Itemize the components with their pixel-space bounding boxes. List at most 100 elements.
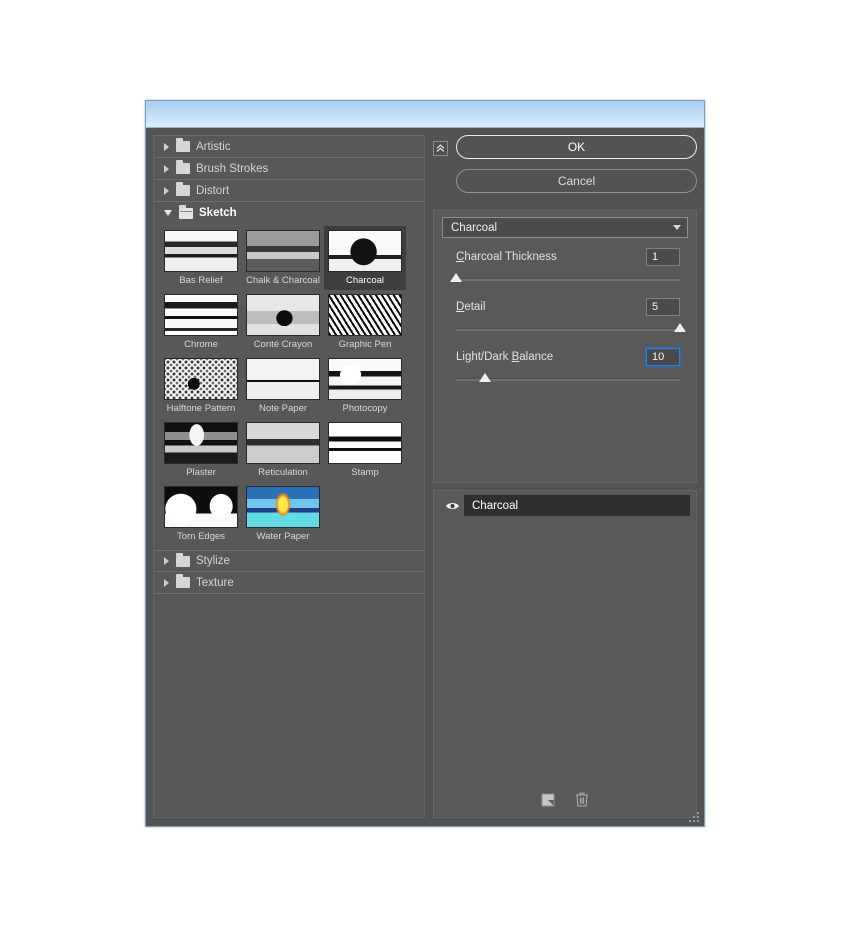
control-header: Light/Dark Balance 10 (456, 347, 681, 367)
category-artistic[interactable]: Artistic (154, 136, 424, 158)
category-brush-strokes[interactable]: Brush Strokes (154, 158, 424, 180)
filter-browser[interactable]: Artistic Brush Strokes Distort Sketch Ba… (153, 135, 425, 818)
control-label-text: harcoal Thickness (464, 251, 557, 263)
cancel-button[interactable]: Cancel (456, 169, 697, 193)
disclosure-triangle-right-icon[interactable] (164, 164, 169, 173)
filter-graphic-pen[interactable]: Graphic Pen (324, 290, 406, 354)
filter-water-paper[interactable]: Water Paper (242, 482, 324, 546)
filter-thumbnail (328, 230, 402, 272)
filter-select-dropdown[interactable]: Charcoal (442, 217, 688, 238)
slider-track (456, 328, 680, 331)
filter-note-paper[interactable]: Note Paper (242, 354, 324, 418)
light-dark-balance-slider[interactable] (456, 373, 680, 384)
filter-plaster[interactable]: Plaster (160, 418, 242, 482)
control-label: Detail (456, 301, 485, 313)
slider-thumb[interactable] (674, 323, 686, 332)
charcoal-thickness-slider[interactable] (450, 273, 680, 284)
filter-thumbnail (164, 358, 238, 400)
category-distort[interactable]: Distort (154, 180, 424, 202)
filter-select-value: Charcoal (451, 221, 498, 234)
delete-effect-layer-icon[interactable] (575, 792, 589, 812)
filter-charcoal[interactable]: Charcoal (324, 226, 406, 290)
filter-halftone-pattern[interactable]: Halftone Pattern (160, 354, 242, 418)
effect-layer-toolbar (434, 787, 696, 817)
filter-stamp[interactable]: Stamp (324, 418, 406, 482)
folder-icon (176, 552, 190, 567)
chevron-down-icon (673, 225, 681, 230)
detail-slider[interactable] (456, 323, 686, 334)
filter-label: Stamp (351, 467, 379, 478)
light-dark-balance-input[interactable]: 10 (645, 347, 681, 367)
control-charcoal-thickness: Charcoal Thickness 1 (450, 248, 680, 284)
category-label: Texture (196, 576, 234, 589)
disclosure-triangle-right-icon[interactable] (164, 186, 169, 195)
filter-photocopy[interactable]: Photocopy (324, 354, 406, 418)
category-stylize[interactable]: Stylize (154, 550, 424, 572)
folder-icon (176, 574, 190, 588)
collapse-panel-button[interactable] (433, 141, 448, 156)
filter-parameters-panel: Charcoal Charcoal Thickness 1 Detail 5 L… (433, 210, 697, 483)
control-label: Charcoal Thickness (456, 251, 557, 263)
disclosure-triangle-right-icon[interactable] (164, 142, 169, 151)
control-label: Light/Dark Balance (456, 351, 553, 363)
eye-icon (445, 502, 459, 509)
slider-thumb[interactable] (450, 273, 462, 282)
folder-icon (176, 138, 190, 152)
parameter-controls: Charcoal Thickness 1 Detail 5 Light/Dark… (434, 242, 696, 384)
dialog-body: Artistic Brush Strokes Distort Sketch Ba… (146, 129, 704, 826)
filter-reticulation[interactable]: Reticulation (242, 418, 324, 482)
effect-layer-name: Charcoal (472, 499, 519, 512)
filter-thumbnail (328, 358, 402, 400)
title-bar[interactable] (146, 101, 704, 128)
filter-label: Note Paper (258, 403, 308, 414)
filter-label: Bas Relief (179, 275, 223, 286)
filter-thumbnail (328, 294, 402, 336)
category-label: Distort (196, 184, 230, 197)
category-texture[interactable]: Texture (154, 572, 424, 594)
disclosure-triangle-right-icon[interactable] (164, 578, 169, 587)
filter-thumbnail (246, 358, 320, 400)
layer-visibility-toggle[interactable] (440, 495, 464, 516)
double-chevron-up-icon (436, 144, 445, 152)
folder-icon (176, 160, 190, 174)
charcoal-thickness-input[interactable]: 1 (646, 248, 680, 266)
filter-thumbnail (164, 230, 238, 272)
control-light-dark-balance: Light/Dark Balance 10 (456, 347, 681, 384)
filter-bas-relief[interactable]: Bas Relief (160, 226, 242, 290)
disclosure-triangle-right-icon[interactable] (164, 557, 169, 565)
folder-icon (176, 182, 190, 196)
effect-layer-row[interactable]: Charcoal (440, 495, 690, 516)
filter-label: Plaster (186, 467, 216, 478)
category-label: Artistic (196, 140, 231, 153)
filter-label: Chrome (184, 339, 218, 350)
slider-track (456, 278, 680, 281)
screen: Artistic Brush Strokes Distort Sketch Ba… (0, 0, 850, 928)
detail-input[interactable]: 5 (646, 298, 680, 316)
resize-grip[interactable] (689, 812, 700, 823)
filter-label: Halftone Pattern (166, 403, 236, 414)
folder-open-icon (179, 204, 193, 219)
filter-label: Photocopy (342, 403, 388, 414)
filter-thumbnail (246, 486, 320, 528)
category-label: Stylize (196, 555, 230, 567)
filter-torn-edges[interactable]: Torn Edges (160, 482, 242, 546)
filter-label: Water Paper (256, 531, 310, 542)
filter-label: Torn Edges (176, 531, 226, 542)
category-sketch[interactable]: Sketch (154, 202, 424, 224)
effect-layer-list[interactable]: Charcoal (434, 491, 696, 787)
filter-label: Chalk & Charcoal (246, 275, 320, 286)
filter-thumbnail (328, 422, 402, 464)
category-label: Brush Strokes (196, 162, 269, 175)
new-effect-layer-icon[interactable] (541, 793, 555, 812)
filter-thumbnail (246, 294, 320, 336)
slider-thumb[interactable] (479, 373, 492, 382)
control-label-text: Light/Dark (456, 351, 512, 363)
control-label-text: etail (464, 301, 486, 313)
filter-label: Graphic Pen (338, 339, 392, 350)
filter-chrome[interactable]: Chrome (160, 290, 242, 354)
filter-conte-crayon[interactable]: Conté Crayon (242, 290, 324, 354)
ok-button[interactable]: OK (456, 135, 697, 159)
filter-chalk-and-charcoal[interactable]: Chalk & Charcoal (242, 226, 324, 290)
disclosure-triangle-down-icon[interactable] (164, 210, 172, 216)
effect-layers-panel: Charcoal (433, 490, 697, 818)
